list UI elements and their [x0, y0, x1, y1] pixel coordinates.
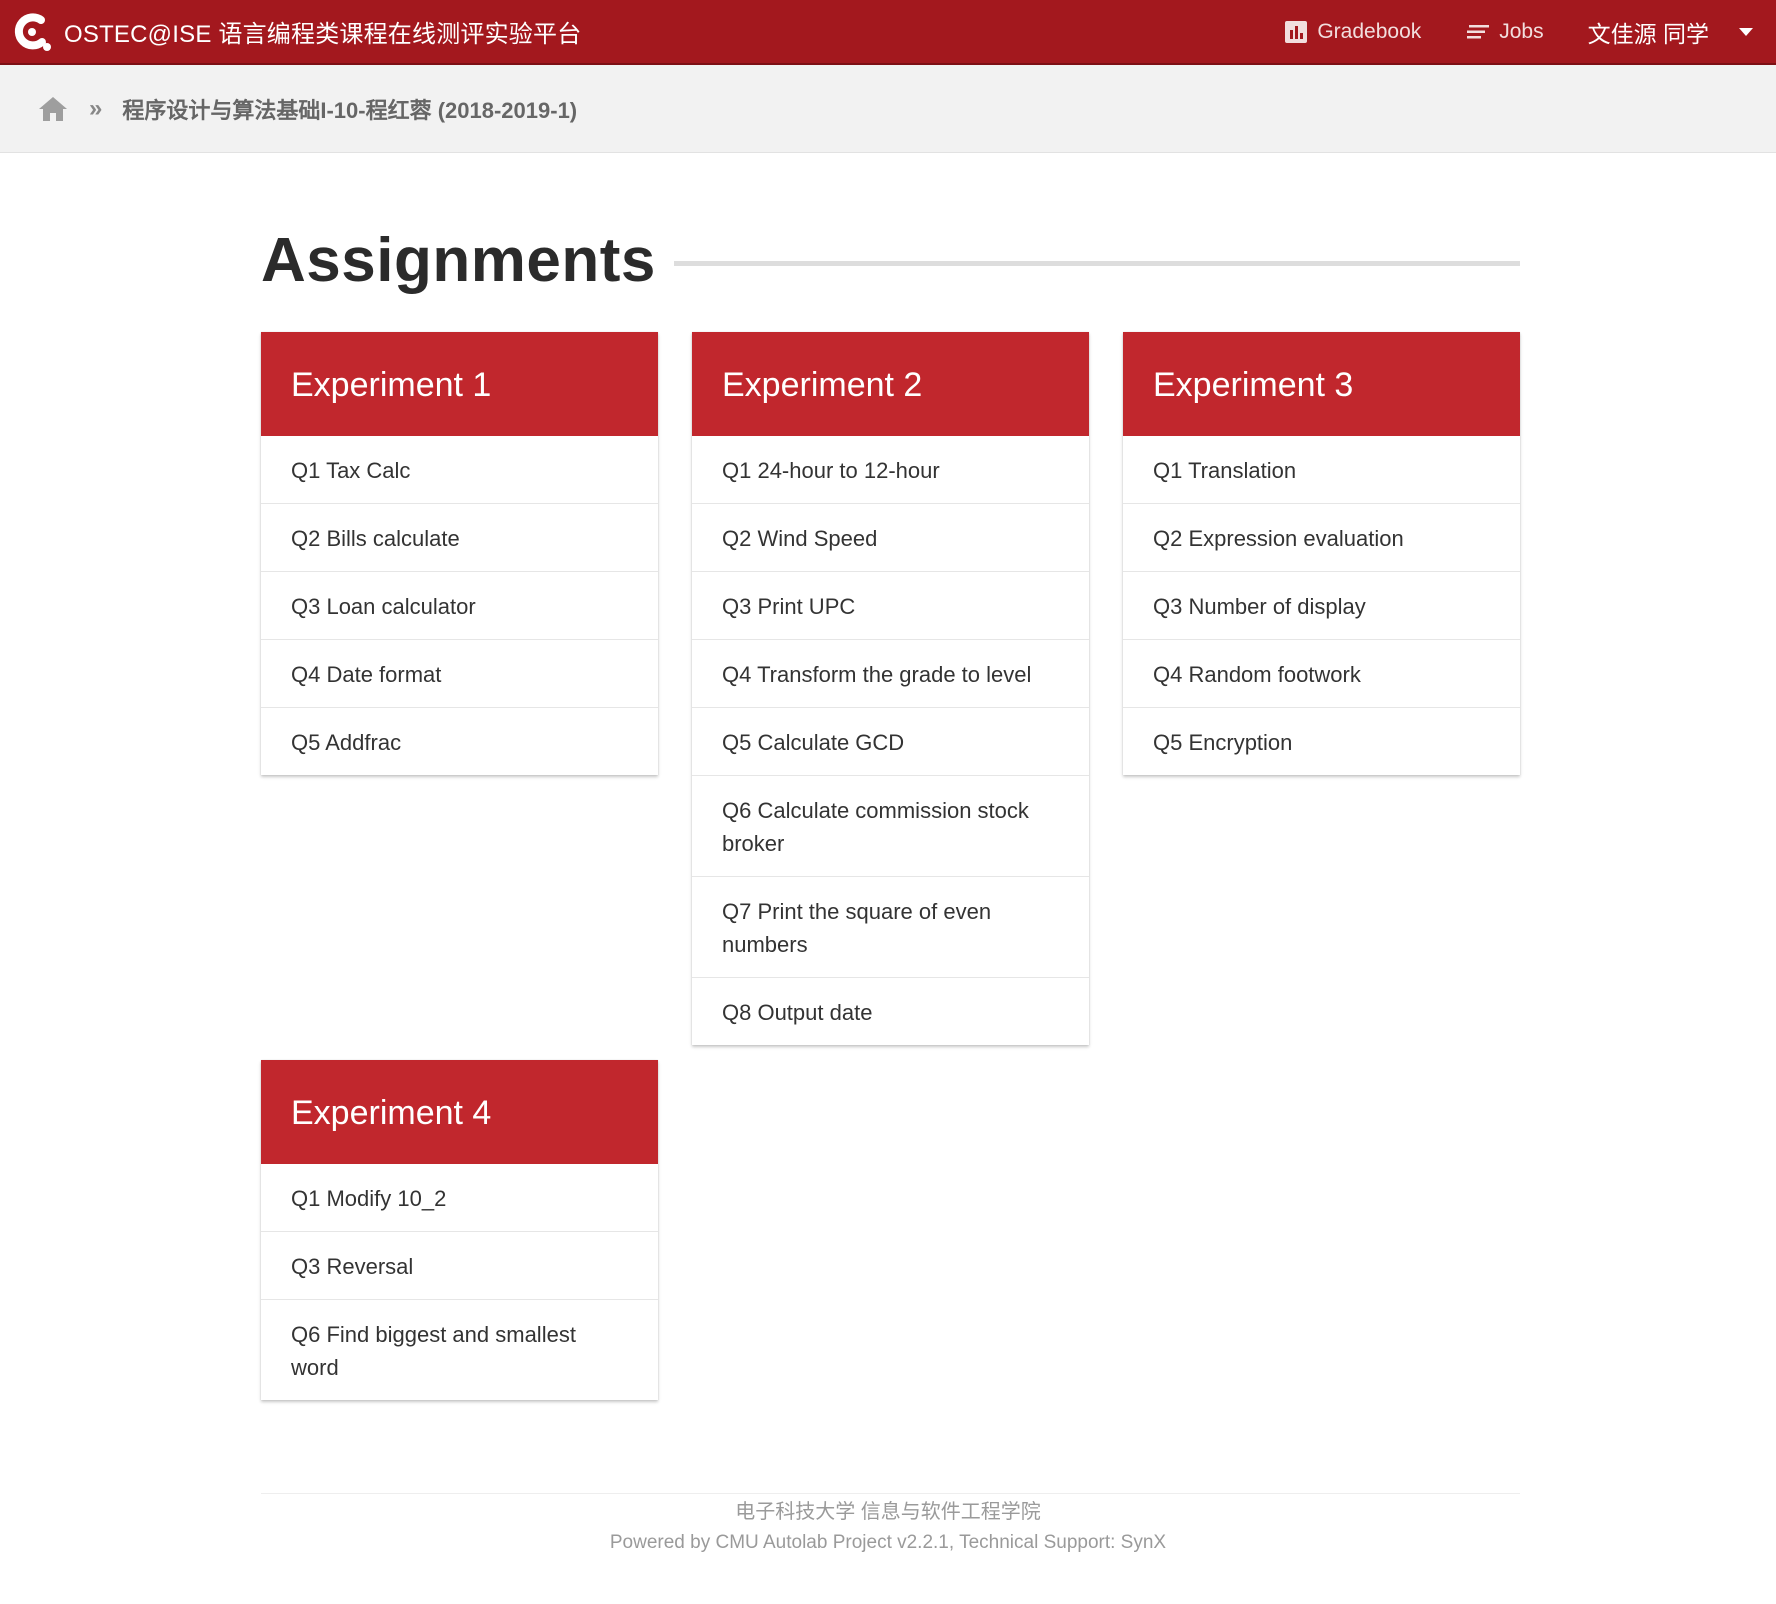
assignment-link[interactable]: Q6 Calculate commission stock broker [692, 775, 1089, 876]
brand-link[interactable]: OSTEC@ISE 语言编程类课程在线测评实验平台 [10, 0, 581, 63]
jobs-link[interactable]: Jobs [1467, 19, 1544, 44]
footer: 电子科技大学 信息与软件工程学院 Powered by CMU Autolab … [0, 1498, 1776, 1558]
assignment-link[interactable]: Q1 24-hour to 12-hour [692, 436, 1089, 503]
nav-right: Gradebook Jobs 文佳源 同学 [1285, 0, 1776, 63]
page-header: Assignments [261, 225, 1520, 295]
footer-institution: 电子科技大学 信息与软件工程学院 [735, 1501, 1041, 1523]
assignment-link[interactable]: Q1 Modify 10_2 [261, 1164, 658, 1231]
breadcrumb: » 程序设计与算法基础I-10-程红蓉 (2018-2019-1) [0, 65, 1776, 153]
user-name: 文佳源 同学 [1587, 20, 1709, 47]
assignment-link[interactable]: Q5 Addfrac [261, 707, 658, 775]
category-title: Experiment 1 [261, 332, 658, 436]
page-title: Assignments [261, 225, 656, 295]
brand-title: OSTEC@ISE 语言编程类课程在线测评实验平台 [64, 21, 582, 48]
bar-chart-icon [1285, 20, 1308, 43]
assignment-link[interactable]: Q4 Transform the grade to level [692, 639, 1089, 707]
assignment-link[interactable]: Q3 Number of display [1123, 571, 1520, 639]
list-icon [1467, 24, 1490, 40]
assignment-link[interactable]: Q8 Output date [692, 977, 1089, 1045]
footer-credits: Powered by CMU Autolab Project v2.2.1, T… [609, 1532, 1167, 1553]
assignment-link[interactable]: Q3 Reversal [261, 1231, 658, 1299]
assignment-link[interactable]: Q1 Tax Calc [261, 436, 658, 503]
assignment-link[interactable]: Q5 Encryption [1123, 707, 1520, 775]
category-card-experiment-1: Experiment 1 Q1 Tax Calc Q2 Bills calcul… [261, 332, 658, 775]
assignment-link[interactable]: Q7 Print the square of even numbers [692, 876, 1089, 977]
assignment-link[interactable]: Q1 Translation [1123, 436, 1520, 503]
breadcrumb-separator: » [89, 94, 103, 122]
assignment-link[interactable]: Q3 Loan calculator [261, 571, 658, 639]
home-icon[interactable] [37, 94, 69, 124]
breadcrumb-course-link[interactable]: 程序设计与算法基础I-10-程红蓉 (2018-2019-1) [122, 93, 577, 125]
footer-divider [261, 1493, 1520, 1494]
jobs-label: Jobs [1499, 19, 1544, 43]
assignment-link[interactable]: Q2 Wind Speed [692, 503, 1089, 571]
category-title: Experiment 2 [692, 332, 1089, 436]
category-card-experiment-3: Experiment 3 Q1 Translation Q2 Expressio… [1123, 332, 1520, 775]
assignment-list: Q1 24-hour to 12-hour Q2 Wind Speed Q3 P… [692, 436, 1089, 1045]
category-title: Experiment 4 [261, 1060, 658, 1164]
assignment-list: Q1 Translation Q2 Expression evaluation … [1123, 436, 1520, 775]
assignment-link[interactable]: Q3 Print UPC [692, 571, 1089, 639]
top-navbar: OSTEC@ISE 语言编程类课程在线测评实验平台 Gradebook Jobs… [0, 0, 1776, 65]
user-menu-dropdown[interactable]: 文佳源 同学 [1588, 15, 1753, 49]
category-card-experiment-2: Experiment 2 Q1 24-hour to 12-hour Q2 Wi… [692, 332, 1089, 1045]
assignment-link[interactable]: Q2 Bills calculate [261, 503, 658, 571]
autolab-logo-icon [10, 10, 54, 54]
assignment-list: Q1 Tax Calc Q2 Bills calculate Q3 Loan c… [261, 436, 658, 775]
assignment-link[interactable]: Q5 Calculate GCD [692, 707, 1089, 775]
assignment-link[interactable]: Q6 Find biggest and smallest word [261, 1299, 658, 1400]
caret-down-icon [1739, 27, 1753, 36]
assignment-link[interactable]: Q4 Random footwork [1123, 639, 1520, 707]
assignment-link[interactable]: Q2 Expression evaluation [1123, 503, 1520, 571]
assignment-list: Q1 Modify 10_2 Q3 Reversal Q6 Find bigge… [261, 1164, 658, 1400]
gradebook-label: Gradebook [1317, 19, 1422, 43]
title-divider [673, 260, 1520, 266]
gradebook-link[interactable]: Gradebook [1285, 20, 1421, 44]
category-title: Experiment 3 [1123, 332, 1520, 436]
assignment-link[interactable]: Q4 Date format [261, 639, 658, 707]
category-card-experiment-4: Experiment 4 Q1 Modify 10_2 Q3 Reversal … [261, 1060, 658, 1400]
